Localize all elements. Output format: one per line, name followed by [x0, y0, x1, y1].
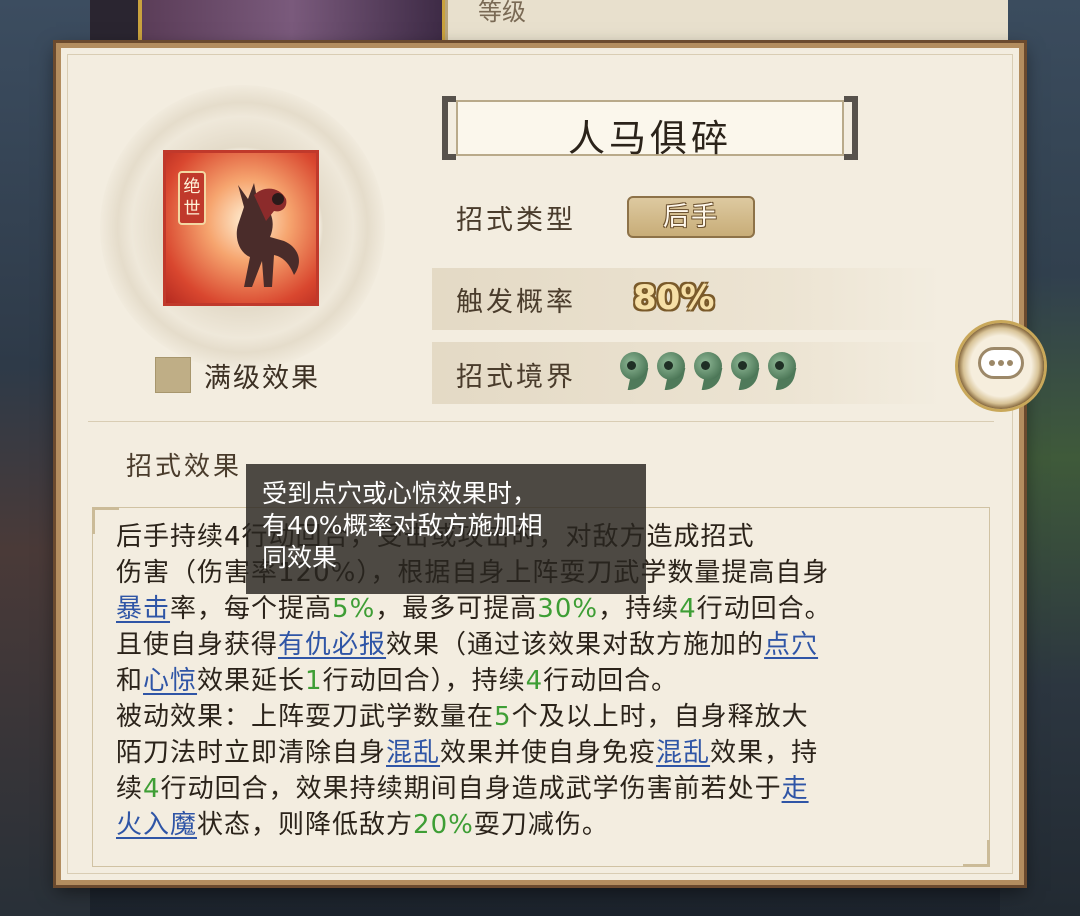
name-bracket-left — [442, 96, 456, 160]
description-text: 续 — [116, 774, 144, 804]
description-text: 效果延长 — [197, 666, 306, 696]
keyword-link[interactable]: 混乱 — [656, 738, 710, 768]
value-highlight: 30% — [537, 594, 599, 624]
trigger-rate-label: 触发概率 — [456, 287, 576, 318]
max-level-label: 满级效果 — [204, 363, 320, 394]
skill-name: 人马俱碎 — [568, 117, 732, 160]
chat-bubble-icon — [978, 347, 1024, 379]
keyword-tooltip: 受到点穴或心惊效果时， 有40%概率对敌方施加相 同效果 — [246, 464, 646, 594]
description-text: 行动回合），持续 — [322, 666, 526, 696]
skill-name-plate: 人马俱碎 — [442, 96, 858, 160]
description-text: 效果（通过该效果对敌方施加的 — [386, 630, 765, 660]
name-box: 人马俱碎 — [456, 100, 844, 160]
tooltip-line: 同效果 — [262, 543, 338, 572]
description-line: 暴击率，每个提高5%，最多可提高30%，持续4行动回合。 — [116, 591, 966, 627]
magatama-icon — [692, 352, 724, 392]
tooltip-line: 受到点穴或心惊效果时， — [262, 479, 538, 508]
description-text: 且使自身获得 — [116, 630, 279, 660]
keyword-link[interactable]: 混乱 — [386, 738, 440, 768]
description-text: 率，每个提高 — [170, 594, 333, 624]
section-divider — [88, 421, 994, 422]
skill-effects-title: 招式效果 — [126, 452, 243, 482]
value-highlight: 5% — [332, 594, 376, 624]
keyword-link[interactable]: 暴击 — [116, 594, 170, 624]
chat-button[interactable] — [958, 323, 1044, 409]
description-text: ，最多可提高 — [375, 594, 538, 624]
description-text: 耍刀减伤。 — [473, 810, 609, 840]
description-line: 陌刀法时立即清除自身混乱效果并使自身免疫混乱效果，持 — [116, 735, 966, 771]
description-line: 续4行动回合，效果持续期间自身造成武学伤害前若处于走 — [116, 771, 966, 807]
description-text: 效果并使自身免疫 — [440, 738, 657, 768]
skill-icon[interactable]: 绝世 — [163, 150, 319, 306]
description-line: 和心惊效果延长1行动回合），持续4行动回合。 — [116, 663, 966, 699]
description-line: 火入魔状态，则降低敌方20%耍刀减伤。 — [116, 807, 966, 843]
value-highlight: 1 — [305, 666, 323, 696]
skill-type-label: 招式类型 — [456, 205, 576, 236]
keyword-link[interactable]: 点穴 — [764, 630, 818, 660]
description-line: 被动效果：上阵耍刀武学数量在5个及以上时，自身释放大 — [116, 699, 966, 735]
skill-realm-label: 招式境界 — [456, 362, 576, 393]
magatama-icon — [618, 352, 650, 392]
fox-warrior-icon — [236, 183, 299, 287]
underlying-card — [445, 0, 1008, 44]
value-highlight: 4 — [143, 774, 161, 804]
description-text: 行动回合。 — [543, 666, 679, 696]
skill-realm-indicator — [618, 352, 798, 392]
keyword-link[interactable]: 火入魔 — [116, 810, 197, 840]
tooltip-line: 有40%概率对敌方施加相 — [262, 511, 543, 540]
description-text: 效果，持 — [710, 738, 819, 768]
underlying-portrait — [138, 0, 446, 44]
description-text: 被动效果：上阵耍刀武学数量在 — [116, 702, 495, 732]
description-text: 和 — [116, 666, 144, 696]
trigger-rate-value: 80% — [633, 278, 715, 318]
magatama-icon — [766, 352, 798, 392]
value-highlight: 4 — [679, 594, 697, 624]
description-line: 且使自身获得有仇必报效果（通过该效果对敌方施加的点穴 — [116, 627, 966, 663]
description-text: ，持续 — [598, 594, 680, 624]
underlying-level-label: 等级 — [478, 0, 526, 26]
max-level-checkbox[interactable] — [155, 357, 191, 393]
skill-type-badge: 后手 — [627, 196, 755, 238]
keyword-link[interactable]: 有仇必报 — [278, 630, 386, 660]
description-text: 个及以上时，自身释放大 — [511, 702, 809, 732]
magatama-icon — [655, 352, 687, 392]
value-highlight: 4 — [525, 666, 544, 696]
magatama-icon — [729, 352, 761, 392]
name-bracket-right — [844, 96, 858, 160]
description-text: 行动回合，效果持续期间自身造成武学伤害前若处于 — [160, 774, 782, 804]
value-highlight: 20% — [413, 810, 474, 840]
keyword-link[interactable]: 走 — [782, 774, 809, 804]
rarity-tag: 绝世 — [178, 171, 206, 225]
description-text: 行动回合。 — [696, 594, 832, 624]
value-highlight: 5 — [494, 702, 512, 732]
keyword-link[interactable]: 心惊 — [143, 666, 197, 696]
description-text: 陌刀法时立即清除自身 — [116, 738, 387, 768]
description-text: 状态，则降低敌方 — [197, 810, 414, 840]
